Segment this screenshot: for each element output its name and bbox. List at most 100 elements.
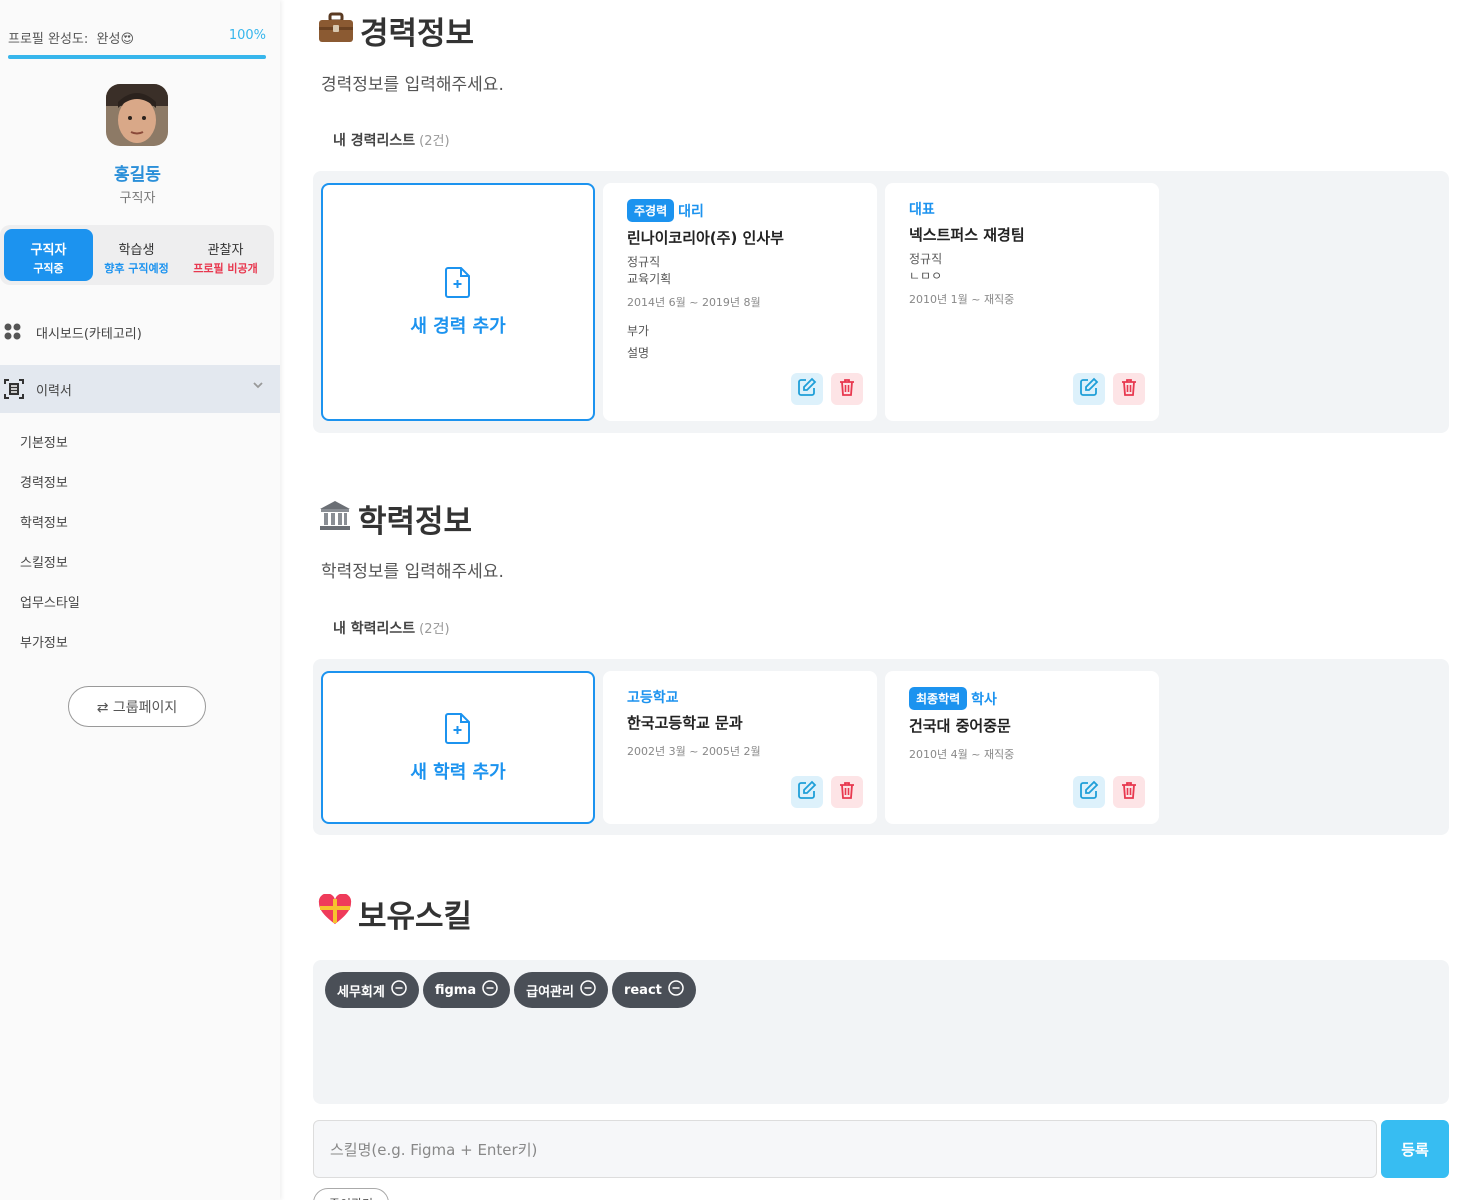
mode-title: 관찰자 <box>207 243 244 258</box>
skill-manage-button[interactable]: 종이관리 <box>313 1188 389 1200</box>
skill-label: react <box>623 982 662 998</box>
trash-icon <box>837 377 857 401</box>
education-title: 학력정보 <box>318 496 472 541</box>
avatar[interactable] <box>106 84 168 146</box>
mode-observer[interactable]: 관찰자 프로필 비공개 <box>181 229 270 281</box>
bank-icon <box>318 498 352 540</box>
education-desc: 학력정보를 입력해주세요. <box>321 562 504 582</box>
register-skill-button[interactable]: 등록 <box>1381 1120 1449 1178</box>
sub-item-career[interactable]: 경력정보 <box>20 472 68 491</box>
mode-sub: 구직중 <box>33 262 64 275</box>
edit-button[interactable] <box>791 373 823 405</box>
edit-button[interactable] <box>1073 776 1105 808</box>
edit-icon <box>1079 780 1099 804</box>
add-education-button[interactable]: 새 학력 추가 <box>321 671 595 824</box>
sub-item-skills[interactable]: 스킬정보 <box>20 552 68 571</box>
education-school: 건국대 중어중문 <box>909 717 1011 735</box>
education-list-label: 내 학력리스트 (2건) <box>333 618 450 638</box>
heart-gift-icon <box>318 892 352 934</box>
mode-title: 학습생 <box>118 243 155 258</box>
section-title: 보유스킬 <box>358 899 473 935</box>
edit-button[interactable] <box>1073 373 1105 405</box>
profile-status: 완성😍 <box>96 32 135 47</box>
career-extra: 설명 <box>627 346 650 360</box>
career-card[interactable]: 대표 넥스트퍼스 재경팀 정규직 ㄴㅁㅇ 2010년 1월 ~ 재직중 <box>885 183 1159 421</box>
nav-label: 이력서 <box>36 383 72 399</box>
education-card[interactable]: 최종학력 학사 건국대 중어중문 2010년 4월 ~ 재직중 <box>885 671 1159 824</box>
career-extra: 부가 <box>627 324 650 338</box>
profile-progress-fill <box>8 55 266 59</box>
delete-button[interactable] <box>1113 373 1145 405</box>
mode-jobseeker[interactable]: 구직자 구직중 <box>4 229 93 281</box>
career-position: 대리 <box>678 203 704 220</box>
minus-circle-icon[interactable] <box>482 980 498 1000</box>
mode-title: 구직자 <box>30 243 67 258</box>
profile-progress-text: 프로필 완성도: <box>8 32 89 47</box>
file-plus-icon <box>444 712 472 748</box>
career-desc: 경력정보를 입력해주세요. <box>321 75 504 95</box>
edit-icon <box>797 780 817 804</box>
sub-item-basic[interactable]: 기본정보 <box>20 432 68 451</box>
sub-item-workstyle[interactable]: 업무스타일 <box>20 592 80 611</box>
grid-icon <box>0 323 36 341</box>
nav-dashboard[interactable]: 대시보드(카테고리) <box>0 308 280 356</box>
skill-chip[interactable]: figma <box>422 972 511 1008</box>
career-card[interactable]: 주경력 대리 린나이코리아(주) 인사부 정규직 교육기획 2014년 6월 ~ … <box>603 183 877 421</box>
delete-button[interactable] <box>831 373 863 405</box>
file-plus-icon <box>444 266 472 302</box>
skill-list: 세무회계 figma 급여관리 react <box>325 972 700 1008</box>
nav-label: 대시보드(카테고리) <box>36 326 142 342</box>
mode-switcher: 구직자 구직중 학습생 향후 구직예정 관찰자 프로필 비공개 <box>0 225 274 285</box>
mode-learner[interactable]: 학습생 향후 구직예정 <box>92 229 181 281</box>
career-type: 정규직 <box>627 255 661 269</box>
delete-button[interactable] <box>831 776 863 808</box>
edit-icon <box>797 377 817 401</box>
career-list-label: 내 경력리스트 (2건) <box>333 130 450 150</box>
list-label-text: 내 경력리스트 <box>333 133 416 149</box>
skill-chip[interactable]: 세무회계 <box>325 972 419 1008</box>
career-date: 2014년 6월 ~ 2019년 8월 <box>627 296 761 309</box>
group-page-button[interactable]: ⇄ 그룹페이지 <box>68 686 206 727</box>
list-count: (2건) <box>419 622 450 637</box>
career-duty: ㄴㅁㅇ <box>909 269 943 283</box>
skill-label: 세무회계 <box>337 984 385 1000</box>
career-panel: 새 경력 추가 주경력 대리 린나이코리아(주) 인사부 정규직 교육기획 201… <box>313 171 1449 433</box>
sub-item-extra[interactable]: 부가정보 <box>20 632 68 651</box>
skill-label: figma <box>434 982 477 998</box>
minus-circle-icon[interactable] <box>580 980 596 1000</box>
add-label: 새 경력 추가 <box>410 316 506 337</box>
list-label-text: 내 학력리스트 <box>333 621 416 637</box>
career-date: 2010년 1월 ~ 재직중 <box>909 293 1015 306</box>
career-company: 넥스트퍼스 재경팀 <box>909 226 1025 244</box>
document-scan-icon <box>0 379 36 399</box>
minus-circle-icon[interactable] <box>668 980 684 1000</box>
delete-button[interactable] <box>1113 776 1145 808</box>
career-type: 정규직 <box>909 252 943 266</box>
skill-chip[interactable]: react <box>611 972 696 1008</box>
skill-label: 급여관리 <box>526 984 574 1000</box>
sub-item-education[interactable]: 학력정보 <box>20 512 68 531</box>
trash-icon <box>1119 780 1139 804</box>
main-career-badge: 주경력 <box>627 199 675 222</box>
edit-icon <box>1079 377 1099 401</box>
nav-resume[interactable]: 이력서 <box>0 365 280 413</box>
skill-chip[interactable]: 급여관리 <box>514 972 608 1008</box>
list-count: (2건) <box>419 134 450 149</box>
mode-sub: 프로필 비공개 <box>193 262 258 275</box>
education-date: 2002년 3월 ~ 2005년 2월 <box>627 745 761 758</box>
career-position: 대표 <box>909 202 935 218</box>
edit-button[interactable] <box>791 776 823 808</box>
user-name: 홍길동 <box>114 165 161 185</box>
education-card[interactable]: 고등학교 한국고등학교 문과 2002년 3월 ~ 2005년 2월 <box>603 671 877 824</box>
education-date: 2010년 4월 ~ 재직중 <box>909 748 1015 761</box>
profile-progress-bar <box>8 55 266 59</box>
add-career-button[interactable]: 새 경력 추가 <box>321 183 595 421</box>
skills-title: 보유스킬 <box>318 891 472 936</box>
chevron-down-icon[interactable] <box>252 379 264 394</box>
education-level: 고등학교 <box>627 690 679 706</box>
skill-input[interactable]: 스킬명(e.g. Figma + Enter키) <box>313 1120 1377 1178</box>
education-panel: 새 학력 추가 고등학교 한국고등학교 문과 2002년 3월 ~ 2005년 … <box>313 659 1449 835</box>
minus-circle-icon[interactable] <box>391 980 407 1000</box>
profile-progress-label: 프로필 완성도: 완성😍 100% <box>8 28 266 47</box>
sidebar: 프로필 완성도: 완성😍 100% 홍길동 구직자 구직자 구직중 학습생 향후… <box>0 0 280 1200</box>
